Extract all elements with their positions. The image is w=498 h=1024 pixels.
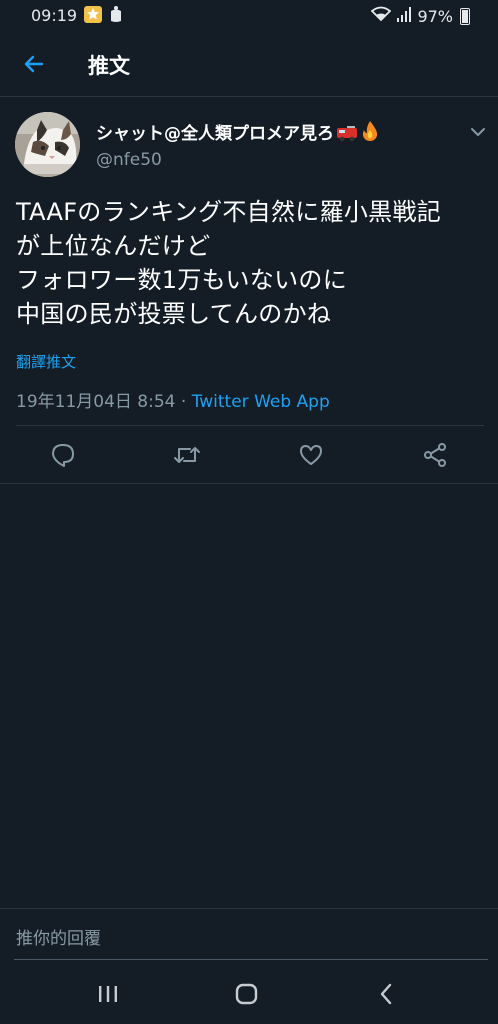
reply-input[interactable] xyxy=(14,919,488,960)
reply-icon xyxy=(52,444,74,467)
back-icon xyxy=(380,983,392,1005)
share-button[interactable] xyxy=(422,442,448,468)
tweet-text: TAAFのランキング不自然に羅小黒戦記 が上位なんだけど フォロワー数1万もいな… xyxy=(16,195,486,331)
back-button[interactable] xyxy=(16,50,52,78)
source-link[interactable]: Twitter Web App xyxy=(192,392,330,412)
reply-button[interactable] xyxy=(50,442,76,468)
translate-tweet-link[interactable]: 翻譯推文 xyxy=(16,351,76,372)
home-button[interactable] xyxy=(233,980,261,1008)
system-nav-bar xyxy=(0,962,498,1024)
battery-icon xyxy=(460,7,470,25)
display-name[interactable]: シャット@全人類プロメア見ろ xyxy=(96,119,380,147)
app-icon xyxy=(108,5,124,27)
tweet-meta: 19年11月04日 8:54 · Twitter Web App xyxy=(16,387,330,412)
battery-percent: 97% xyxy=(417,6,453,26)
tweet-text-line: が上位なんだけど xyxy=(16,232,211,260)
app-header: 推文 xyxy=(0,30,498,97)
fire-emoji xyxy=(360,120,380,147)
tweet-options-button[interactable] xyxy=(470,123,486,136)
signal-icon xyxy=(396,6,412,26)
chevron-down-icon xyxy=(471,128,485,136)
arrow-left-icon xyxy=(24,55,44,73)
like-button[interactable] xyxy=(298,442,324,468)
notification-icon xyxy=(84,6,102,23)
divider xyxy=(0,483,498,484)
back-nav-button[interactable] xyxy=(373,980,401,1008)
home-icon xyxy=(235,983,258,1005)
tweet-actions xyxy=(0,427,498,483)
timestamp: 19年11月04日 8:54 · xyxy=(16,392,192,412)
retweet-icon xyxy=(174,447,200,463)
status-time: 09:19 xyxy=(31,6,78,25)
status-bar: 09:19 97% xyxy=(0,0,498,30)
share-icon xyxy=(424,443,446,467)
recent-apps-button[interactable] xyxy=(94,980,122,1008)
heart-icon xyxy=(300,445,322,465)
handle[interactable]: @nfe50 xyxy=(96,150,162,170)
page-title: 推文 xyxy=(88,54,130,78)
recent-apps-icon xyxy=(99,986,117,1002)
avatar[interactable] xyxy=(15,112,80,177)
status-indicators: 97% xyxy=(371,6,470,26)
tweet-text-line: TAAFのランキング不自然に羅小黒戦記 xyxy=(16,198,442,226)
reply-bar xyxy=(0,908,498,963)
display-name-text: シャット@全人類プロメア見ろ xyxy=(96,124,334,144)
tweet-text-line: 中国の民が投票してんのかね xyxy=(16,300,332,328)
wifi-icon xyxy=(371,6,392,26)
retweet-button[interactable] xyxy=(173,442,200,468)
fire-engine-emoji xyxy=(336,124,358,147)
divider xyxy=(16,425,484,426)
tweet-text-line: フォロワー数1万もいないのに xyxy=(16,266,347,294)
